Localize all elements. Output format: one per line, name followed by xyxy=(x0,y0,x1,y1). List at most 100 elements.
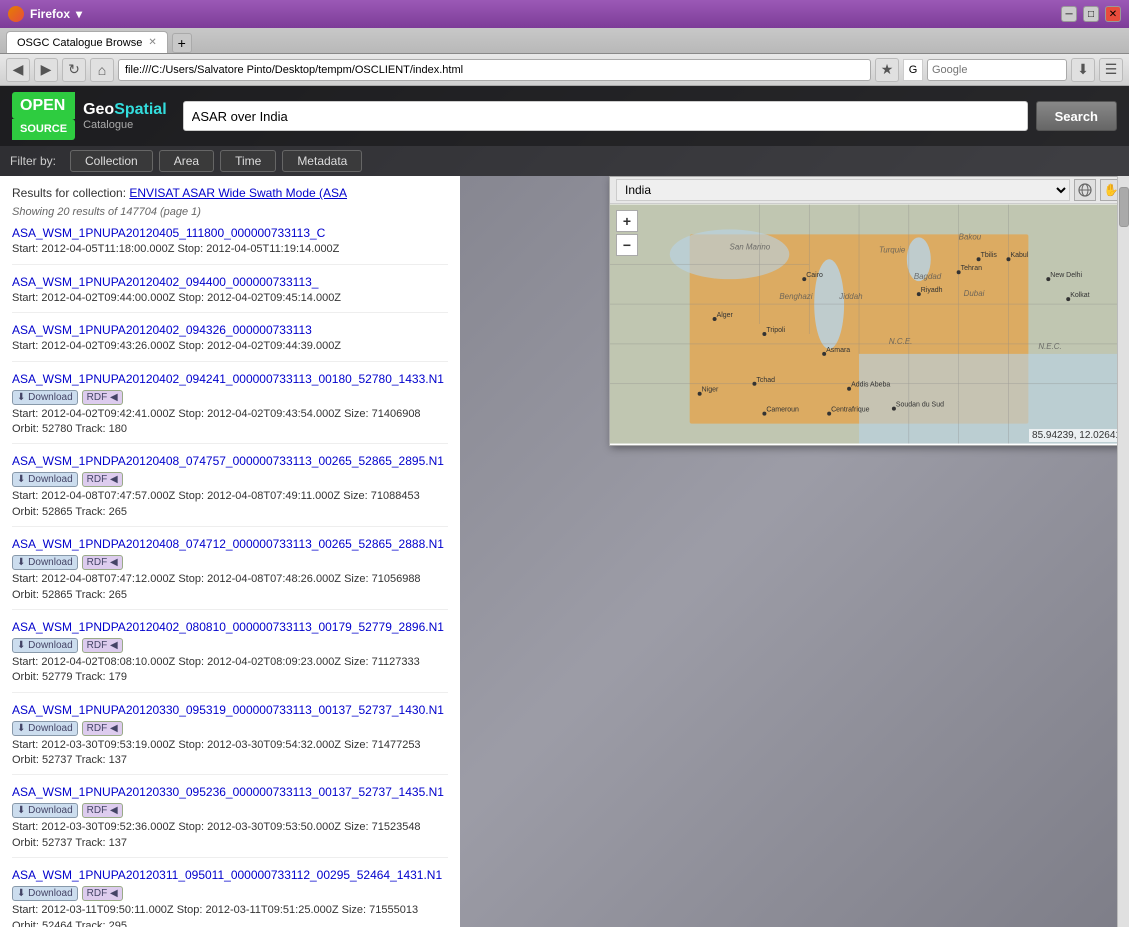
download-button[interactable]: ⬇ xyxy=(1071,58,1095,82)
download-badge[interactable]: ⬇ Download xyxy=(12,638,78,653)
result-title-text: ASA_WSM_1PNUPA20120402_094241_0000007331… xyxy=(12,372,444,386)
stop-value: 2012-04-05T11:19:14.000Z xyxy=(206,243,339,255)
rdf-badge[interactable]: RDF ◀ xyxy=(82,803,123,818)
results-header: Results for collection: ENVISAT ASAR Wid… xyxy=(12,184,448,202)
new-tab-button[interactable]: + xyxy=(172,33,192,53)
forward-button[interactable]: ▶ xyxy=(34,58,58,82)
download-badge[interactable]: ⬇ Download xyxy=(12,472,78,487)
result-title-link[interactable]: ASA_WSM_1PNUPA20120311_095011_0000007331… xyxy=(12,868,448,901)
filter-time-button[interactable]: Time xyxy=(220,150,276,172)
result-title-link[interactable]: ASA_WSM_1PNDPA20120408_074757_0000007331… xyxy=(12,454,448,487)
svg-text:Cameroun: Cameroun xyxy=(766,407,799,414)
maximize-button[interactable]: □ xyxy=(1083,6,1099,22)
result-meta: Start: 2012-04-02T09:44:00.000Z Stop: 20… xyxy=(12,291,448,306)
search-input[interactable] xyxy=(183,101,1028,131)
collection-link[interactable]: ENVISAT ASAR Wide Swath Mode (ASA xyxy=(129,186,347,200)
browser-tab[interactable]: OSGC Catalogue Browse ✕ xyxy=(6,31,168,53)
tab-close-button[interactable]: ✕ xyxy=(148,37,156,48)
result-title-link[interactable]: ASA_WSM_1PNUPA20120402_094326_0000007331… xyxy=(12,323,448,337)
result-title-link[interactable]: ASA_WSM_1PNUPA20120405_111800_0000007331… xyxy=(12,226,448,240)
result-title-text: ASA_WSM_1PNUPA20120330_095236_0000007331… xyxy=(12,785,444,799)
rdf-badge[interactable]: RDF ◀ xyxy=(82,638,123,653)
result-title-text: ASA_WSM_1PNUPA20120402_094326_0000007331… xyxy=(12,323,312,337)
download-badge[interactable]: ⬇ Download xyxy=(12,390,78,405)
svg-text:Tchad: Tchad xyxy=(756,377,775,384)
titlebar: Firefox ▾ ─ □ ✕ xyxy=(0,0,1129,28)
start-label: Start: xyxy=(12,340,41,352)
map-svg[interactable]: Cairo Riyadh Tehran Kabul New Delhi xyxy=(610,204,1128,444)
map-overlay: India ✋ + − xyxy=(609,176,1129,446)
menu-button[interactable]: ☰ xyxy=(1099,58,1123,82)
svg-text:Jiddah: Jiddah xyxy=(838,292,863,301)
svg-text:San Marino: San Marino xyxy=(730,243,771,252)
download-badge[interactable]: ⬇ Download xyxy=(12,886,78,901)
download-badge[interactable]: ⬇ Download xyxy=(12,555,78,570)
scrollbar-thumb[interactable] xyxy=(1119,187,1129,227)
result-title-link[interactable]: ASA_WSM_1PNUPA20120402_094400_0000007331… xyxy=(12,275,448,289)
zoom-in-button[interactable]: + xyxy=(616,210,638,232)
start-value: 2012-04-05T11:18:00.000Z xyxy=(41,243,174,255)
back-button[interactable]: ◀ xyxy=(6,58,30,82)
stop-label: Stop: xyxy=(178,292,207,304)
result-title-link[interactable]: ASA_WSM_1PNUPA20120330_095319_0000007331… xyxy=(12,703,448,736)
browser-search-input[interactable] xyxy=(927,59,1067,81)
svg-text:Cairo: Cairo xyxy=(806,273,823,280)
download-badge[interactable]: ⬇ Download xyxy=(12,721,78,736)
result-title-text: ASA_WSM_1PNUPA20120330_095319_0000007331… xyxy=(12,703,444,717)
map-zoom-controls: + − xyxy=(616,210,638,256)
result-item: ASA_WSM_1PNDPA20120408_074757_0000007331… xyxy=(12,454,448,527)
results-prefix: Results for collection: xyxy=(12,186,129,200)
rdf-badge[interactable]: RDF ◀ xyxy=(82,390,123,405)
bookmark-button[interactable]: ★ xyxy=(875,58,899,82)
filter-metadata-button[interactable]: Metadata xyxy=(282,150,362,172)
zoom-out-button[interactable]: − xyxy=(616,234,638,256)
filter-label: Filter by: xyxy=(10,154,56,168)
results-scrollbar[interactable] xyxy=(1117,176,1129,927)
minimize-button[interactable]: ─ xyxy=(1061,6,1077,22)
svg-text:N.C.E.: N.C.E. xyxy=(889,337,912,346)
rdf-badge[interactable]: RDF ◀ xyxy=(82,472,123,487)
filter-area-button[interactable]: Area xyxy=(159,150,214,172)
search-button[interactable]: Search xyxy=(1036,101,1117,131)
result-title-link[interactable]: ASA_WSM_1PNUPA20120330_095236_0000007331… xyxy=(12,785,448,818)
svg-text:Benghazi: Benghazi xyxy=(779,292,812,301)
result-title-text: ASA_WSM_1PNDPA20120402_080810_0000007331… xyxy=(12,620,444,634)
rdf-badge[interactable]: RDF ◀ xyxy=(82,721,123,736)
filter-collection-button[interactable]: Collection xyxy=(70,150,153,172)
reload-button[interactable]: ↻ xyxy=(62,58,86,82)
url-bar[interactable] xyxy=(118,59,871,81)
svg-text:Tbilis: Tbilis xyxy=(981,253,998,260)
region-select[interactable]: India xyxy=(616,179,1070,201)
map-body: + − xyxy=(610,204,1128,444)
svg-text:Dubai: Dubai xyxy=(964,289,985,298)
svg-text:Kabul: Kabul xyxy=(1010,253,1028,260)
logo-catalogue-text: Catalogue xyxy=(83,119,167,131)
logo-geo-text: Geo xyxy=(83,101,114,118)
download-badge[interactable]: ⬇ Download xyxy=(12,803,78,818)
svg-text:N.E.C.: N.E.C. xyxy=(1038,342,1061,351)
map-toolbar: India ✋ xyxy=(610,177,1128,204)
results-panel: Results for collection: ENVISAT ASAR Wid… xyxy=(0,176,460,927)
home-button[interactable]: ⌂ xyxy=(90,58,114,82)
result-title-link[interactable]: ASA_WSM_1PNUPA20120402_094241_0000007331… xyxy=(12,372,448,405)
result-meta: Start: 2012-03-11T09:50:11.000Z Stop: 20… xyxy=(12,903,448,927)
logo-geospatial: GeoSpatial Catalogue xyxy=(83,101,167,131)
main-area: Results for collection: ENVISAT ASAR Wid… xyxy=(0,176,1129,927)
logo-open-text: OPEN xyxy=(12,92,75,119)
result-item: ASA_WSM_1PNDPA20120408_074712_0000007331… xyxy=(12,537,448,610)
filter-bar: Filter by: Collection Area Time Metadata xyxy=(0,146,1129,176)
globe-icon[interactable] xyxy=(1074,179,1096,201)
titlebar-arrow: ▾ xyxy=(76,7,82,21)
result-item: ASA_WSM_1PNUPA20120330_095236_0000007331… xyxy=(12,785,448,858)
search-bar: Search xyxy=(183,101,1117,131)
logo-open-source: OPEN SOURCE xyxy=(12,92,75,140)
result-title-link[interactable]: ASA_WSM_1PNDPA20120408_074712_0000007331… xyxy=(12,537,448,570)
result-meta: Start: 2012-03-30T09:53:19.000Z Stop: 20… xyxy=(12,738,448,769)
firefox-logo xyxy=(8,6,24,22)
rdf-badge[interactable]: RDF ◀ xyxy=(82,555,123,570)
result-title-link[interactable]: ASA_WSM_1PNDPA20120402_080810_0000007331… xyxy=(12,620,448,653)
rdf-badge[interactable]: RDF ◀ xyxy=(82,886,123,901)
svg-text:Niger: Niger xyxy=(702,387,719,394)
result-item: ASA_WSM_1PNUPA20120311_095011_0000007331… xyxy=(12,868,448,927)
close-button[interactable]: ✕ xyxy=(1105,6,1121,22)
